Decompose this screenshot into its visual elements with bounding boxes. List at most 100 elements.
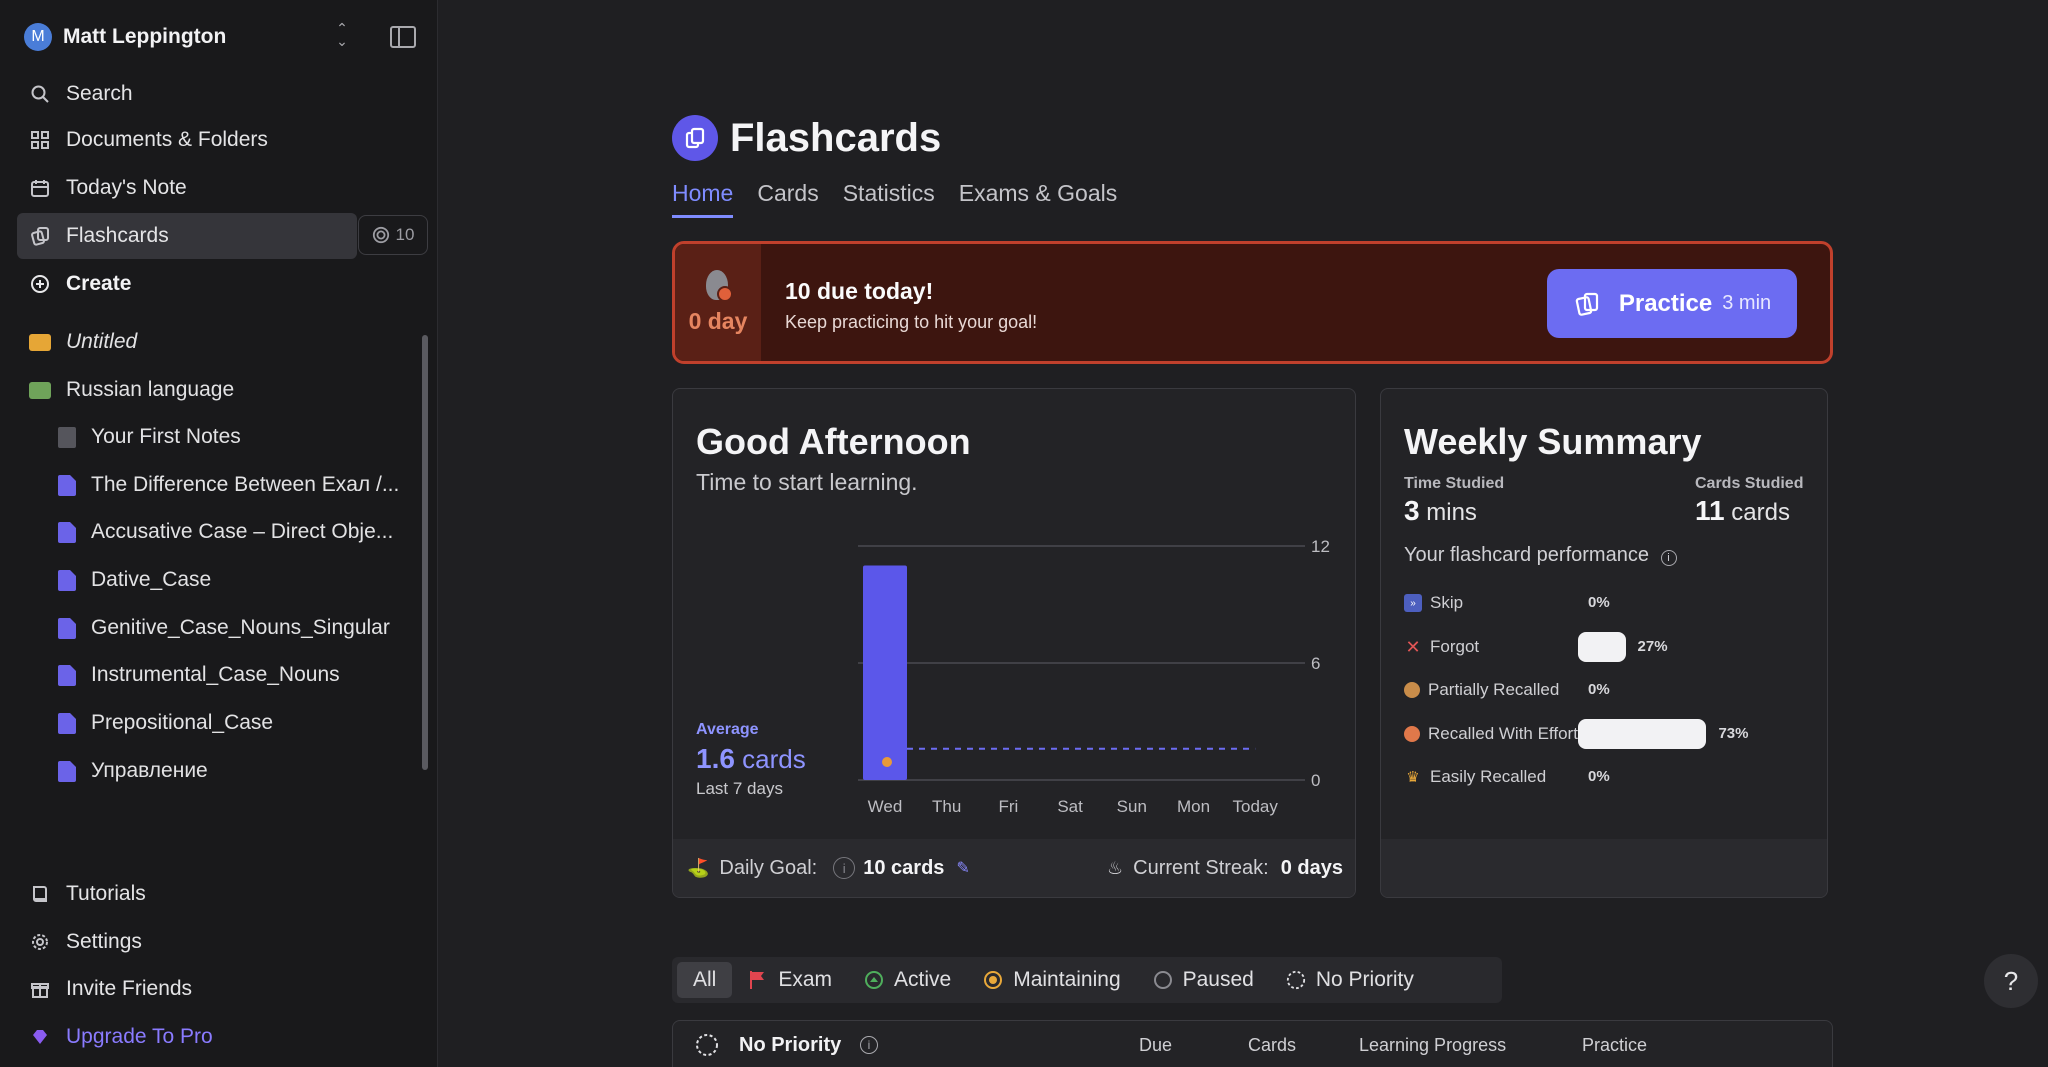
tree-item-label: Untitled xyxy=(66,330,138,353)
sidebar-item-settings[interactable]: Settings xyxy=(17,919,357,965)
tab-exams-goals[interactable]: Exams & Goals xyxy=(959,180,1118,218)
tab-statistics[interactable]: Statistics xyxy=(843,180,935,218)
sidebar-item-create[interactable]: Create xyxy=(17,261,357,307)
perf-percent: 27% xyxy=(1637,638,1668,655)
streak-box: 0 day xyxy=(675,244,761,361)
daily-goal-value: 10 cards xyxy=(863,856,945,879)
info-icon[interactable]: i xyxy=(1660,550,1677,566)
goal-flag-icon: ⛳ xyxy=(687,857,710,878)
column-header-cards[interactable]: Cards xyxy=(1248,1035,1296,1056)
sidebar-item-label: Upgrade To Pro xyxy=(66,1025,213,1048)
info-icon[interactable]: i xyxy=(833,857,856,879)
sidebar-toggle-icon[interactable] xyxy=(390,26,416,48)
perf-label: Forgot xyxy=(1430,637,1480,656)
crown-icon: ♛ xyxy=(1406,769,1420,786)
paused-icon xyxy=(1153,970,1173,990)
flashcards-logo-icon xyxy=(672,115,718,161)
sidebar: M Matt Leppington ⌃ ⌄ Search Documents & … xyxy=(0,0,438,1067)
sidebar-item-invite-friends[interactable]: Invite Friends xyxy=(17,966,357,1012)
x-tick-label: Fri xyxy=(998,797,1018,816)
help-button[interactable]: ? xyxy=(1984,954,2038,1008)
tree-item-russian-language[interactable]: Russian language xyxy=(29,370,234,410)
x-tick-label: Today xyxy=(1233,797,1279,816)
tab-cards[interactable]: Cards xyxy=(757,180,818,218)
target-icon xyxy=(372,226,389,244)
tree-item-pdf[interactable]: Dative_Case xyxy=(58,560,211,600)
no-priority-icon xyxy=(1286,970,1306,990)
calendar-icon xyxy=(29,177,51,199)
edit-pencil-icon[interactable]: ✎ xyxy=(956,858,969,878)
avatar: M xyxy=(24,23,52,51)
streak-days: 0 day xyxy=(688,308,748,334)
filter-no-priority[interactable]: No Priority xyxy=(1270,962,1430,998)
tree-item-pdf[interactable]: Управление xyxy=(58,751,208,791)
flashcards-due-badge[interactable]: 10 xyxy=(358,215,428,255)
sidebar-scrollbar[interactable] xyxy=(422,335,428,770)
grid-icon xyxy=(29,129,51,151)
active-icon xyxy=(864,970,884,990)
column-header-learning-progress[interactable]: Learning Progress xyxy=(1359,1035,1506,1056)
sidebar-item-label: Documents & Folders xyxy=(66,128,268,151)
column-header-practice[interactable]: Practice xyxy=(1582,1035,1647,1056)
face-icon xyxy=(1404,682,1420,698)
weekly-cards-chart: 0 6 12 Wed Thu Fri Sat Sun Mon Today xyxy=(858,537,1330,816)
tree-item-label: Genitive_Case_Nouns_Singular xyxy=(91,616,390,639)
column-header-due[interactable]: Due xyxy=(1139,1035,1172,1056)
flag-icon xyxy=(748,970,768,990)
badge-count: 10 xyxy=(395,225,415,244)
perf-label: Partially Recalled xyxy=(1428,680,1560,699)
perf-label: Skip xyxy=(1430,593,1464,612)
sidebar-item-todays-note[interactable]: Today's Note xyxy=(17,165,357,211)
x-tick-label: Wed xyxy=(868,797,903,816)
tree-item-pdf[interactable]: Genitive_Case_Nouns_Singular xyxy=(58,608,390,648)
tree-item-pdf[interactable]: Accusative Case – Direct Obje... xyxy=(58,512,393,552)
no-priority-icon xyxy=(695,1033,719,1062)
current-streak-value: 0 days xyxy=(1280,856,1343,879)
perf-percent: 0% xyxy=(1588,594,1610,611)
bar-flame-marker xyxy=(882,757,892,767)
sidebar-item-label: Tutorials xyxy=(66,882,146,905)
cards-studied-number: 11 xyxy=(1695,495,1725,526)
gear-icon xyxy=(29,931,51,953)
tree-item-label: The Difference Between Exaл /... xyxy=(91,473,400,496)
tree-item-pdf[interactable]: Prepositional_Case xyxy=(58,703,273,743)
filter-paused[interactable]: Paused xyxy=(1137,962,1270,998)
tree-item-label: Prepositional_Case xyxy=(91,711,274,734)
streak-flame-icon xyxy=(703,270,733,304)
tree-item-label: Accusative Case – Direct Obje... xyxy=(91,520,394,543)
info-icon[interactable]: i xyxy=(860,1036,878,1054)
tree-item-label: Dative_Case xyxy=(91,568,212,591)
tree-item-pdf[interactable]: Instrumental_Case_Nouns xyxy=(58,655,340,695)
cards-studied-unit: cards xyxy=(1731,499,1790,526)
performance-label: Your flashcard performance i xyxy=(1404,544,1677,567)
x-tick-label: Sat xyxy=(1057,797,1083,816)
sidebar-item-label: Flashcards xyxy=(66,224,169,247)
chevron-updown-icon[interactable]: ⌃ ⌄ xyxy=(332,21,352,52)
tree-item-pdf[interactable]: The Difference Between Exaл /... xyxy=(58,465,399,505)
user-switcher[interactable]: M Matt Leppington xyxy=(24,22,226,52)
filter-label: Paused xyxy=(1182,968,1254,991)
tree-item-label: Russian language xyxy=(66,378,235,401)
tree-item-label: Управление xyxy=(91,759,208,782)
sidebar-item-search[interactable]: Search xyxy=(17,71,357,117)
page-title: Flashcards xyxy=(730,115,942,160)
tab-home[interactable]: Home xyxy=(672,180,734,218)
filter-all[interactable]: All xyxy=(677,962,733,998)
chart-bar xyxy=(863,565,907,780)
sidebar-item-upgrade[interactable]: Upgrade To Pro xyxy=(17,1014,357,1060)
time-studied-unit: mins xyxy=(1426,499,1477,526)
filter-active[interactable]: Active xyxy=(848,962,967,998)
tree-item-doc[interactable]: Your First Notes xyxy=(58,417,241,457)
practice-button[interactable]: Practice 3 min xyxy=(1547,269,1797,338)
sidebar-item-tutorials[interactable]: Tutorials xyxy=(17,871,357,917)
filter-maintaining[interactable]: Maintaining xyxy=(967,962,1136,998)
filter-label: Maintaining xyxy=(1013,968,1121,991)
greeting-card-footer: ⛳ Daily Goal: i 10 cards ✎ ♨ Current Str… xyxy=(673,839,1355,897)
flashcards-icon xyxy=(29,225,51,247)
sidebar-item-flashcards[interactable]: Flashcards xyxy=(17,213,357,259)
sidebar-item-documents[interactable]: Documents & Folders xyxy=(17,117,357,163)
tree-item-untitled[interactable]: Untitled xyxy=(29,322,137,362)
search-icon xyxy=(29,83,51,105)
filter-exam[interactable]: Exam xyxy=(732,962,848,998)
pdf-icon xyxy=(58,569,76,591)
